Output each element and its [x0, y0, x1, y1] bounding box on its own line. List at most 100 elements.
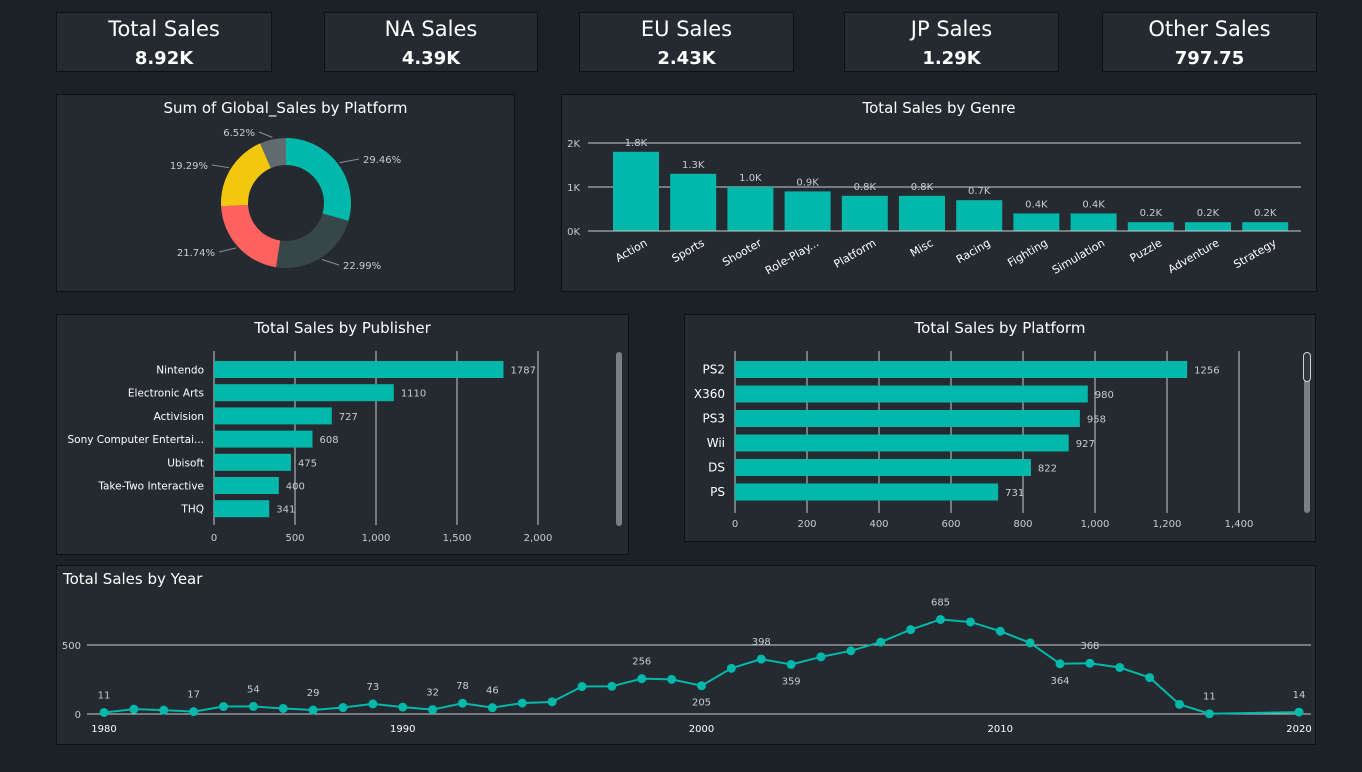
donut-leader-line [211, 164, 230, 169]
data-label: 0.8K [911, 182, 934, 193]
data-point [338, 703, 348, 713]
kpi-value: 2.43K [657, 48, 716, 69]
x-tick-label: 1,000 [362, 533, 391, 544]
publisher-chart-card[interactable]: Total Sales by Publisher 0 500 1,000 1,500 2… [56, 314, 629, 555]
data-label: 205 [692, 698, 711, 709]
year-chart-card[interactable]: Total Sales by Year 0 500 1980 1990 2000 2010… [56, 565, 1316, 745]
category-label: THQ [180, 504, 204, 516]
bar [899, 195, 945, 231]
data-point [1115, 662, 1125, 672]
bar [735, 410, 1080, 427]
donut-label: 19.29% [170, 161, 208, 172]
data-point [607, 681, 617, 691]
x-tick-label: 800 [1013, 519, 1032, 530]
category-label: X360 [694, 387, 725, 401]
data-point [1145, 673, 1155, 683]
category-label: Sony Computer Entertai... [68, 434, 205, 446]
data-point [876, 637, 886, 647]
data-point [786, 659, 796, 669]
genre-bar-chart[interactable]: 0K 1K 2K 1.8K Action 1.3K Sports 1.0K Shooter 0.9… [562, 95, 1318, 293]
data-label: 11 [1203, 692, 1216, 703]
data-point [517, 698, 527, 708]
data-point [99, 707, 109, 717]
kpi-value: 8.92K [134, 48, 194, 69]
year-line-chart[interactable]: 0 500 1980 1990 2000 2010 2020 11 17 54 29 73 32 78 46… [57, 566, 1317, 746]
bar [735, 434, 1069, 452]
x-tick-label: 1,400 [1225, 519, 1254, 530]
category-label: Ubisoft [167, 457, 204, 469]
publisher-bar-chart[interactable]: 0 500 1,000 1,500 2,000 1787 Nintendo 1110 Elect… [57, 315, 630, 556]
bar [735, 459, 1031, 476]
data-label: 927 [1076, 439, 1095, 450]
kpi-jp-sales: JP Sales 1.29K [844, 12, 1059, 72]
bar [1127, 222, 1174, 231]
genre-chart-card[interactable]: Total Sales by Genre 0K 1K 2K 1.8K Action 1.3… [561, 94, 1317, 292]
bar [956, 200, 1003, 231]
data-point [428, 705, 438, 715]
data-point [906, 625, 916, 635]
x-tick-label: 1,200 [1153, 519, 1182, 530]
x-tick-label: Sports [670, 236, 707, 265]
kpi-other-sales: Other Sales 797.75 [1102, 12, 1317, 72]
publisher-scrollbar[interactable] [616, 352, 622, 526]
data-point [1294, 707, 1304, 717]
data-label: 78 [456, 681, 469, 692]
data-point [308, 705, 318, 715]
category-label: Take-Two Interactive [97, 481, 204, 493]
data-label: 29 [307, 688, 320, 699]
data-label: 359 [782, 676, 801, 687]
x-tick-label: 400 [869, 519, 888, 530]
data-point [398, 702, 408, 712]
x-tick-label: 500 [285, 533, 304, 544]
bar [214, 453, 291, 471]
bar [214, 500, 270, 518]
data-point [816, 652, 826, 662]
data-label: 0.2K [1140, 208, 1163, 219]
donut-label: 21.74% [177, 248, 215, 259]
data-label: 0.2K [1254, 208, 1277, 219]
bar [727, 187, 774, 231]
y-tick-label: 0K [567, 227, 580, 238]
platform-bar-chart[interactable]: 0 200 400 600 800 1,000 1,200 1,400 1256 PS2 980 X3… [685, 315, 1317, 543]
data-label: 364 [1050, 676, 1069, 687]
data-label: 1787 [510, 366, 535, 377]
bar [214, 361, 504, 378]
data-point [846, 646, 856, 656]
donut-chart[interactable]: 29.46% 22.99% 21.74% 19.29% 6.52% [57, 95, 516, 293]
donut-label: 29.46% [363, 155, 401, 166]
x-tick-label: 0 [732, 519, 738, 530]
data-point [726, 663, 736, 673]
data-label: 1.8K [625, 138, 648, 149]
data-label: 11 [98, 690, 111, 701]
data-label: 1256 [1194, 366, 1219, 377]
donut-slice [286, 138, 352, 221]
bar [214, 384, 394, 402]
donut-label: 6.52% [223, 128, 255, 139]
kpi-title: NA Sales [384, 17, 478, 41]
donut-slice [276, 213, 349, 268]
data-label: 731 [1005, 488, 1024, 499]
category-label: Activision [154, 411, 204, 423]
platform-scrollbar-thumb[interactable] [1303, 352, 1311, 382]
x-tick-label: Action [613, 236, 649, 264]
data-point [1055, 659, 1065, 669]
data-point [965, 617, 975, 627]
data-label: 685 [931, 597, 950, 608]
bar [613, 151, 659, 231]
kpi-na-sales: NA Sales 4.39K [324, 12, 538, 72]
data-point [1085, 658, 1095, 668]
category-label: Nintendo [156, 365, 204, 377]
data-point [577, 682, 587, 692]
y-tick-label: 1K [567, 183, 580, 194]
data-point [756, 654, 766, 664]
x-tick-label: Strategy [1231, 236, 1279, 271]
bar [784, 191, 831, 231]
x-tick-label: 1980 [91, 724, 116, 735]
platform-donut-card[interactable]: Sum of Global_Sales by Platform 29.46% 22… [56, 94, 515, 292]
data-label: 0.7K [968, 186, 991, 197]
data-point [278, 703, 288, 713]
category-label: DS [708, 461, 725, 475]
donut-leader-line [321, 258, 340, 266]
x-tick-label: 1,000 [1081, 519, 1110, 530]
platform-chart-card[interactable]: Total Sales by Platform 0 200 400 600 800 1,0… [684, 314, 1316, 542]
